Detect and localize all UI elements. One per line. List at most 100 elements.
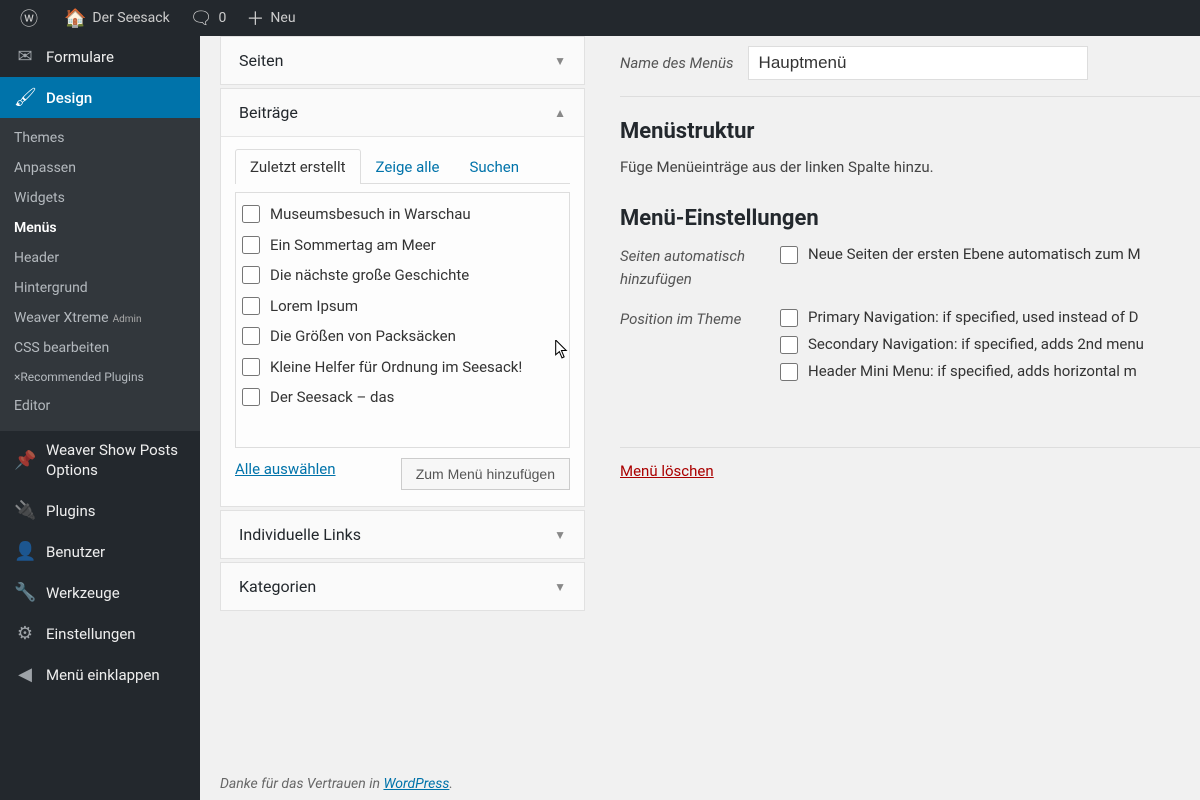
plug-icon: 🔌	[14, 500, 36, 521]
subitem-menus[interactable]: Menüs	[0, 213, 200, 243]
settings-label-auto-add: Seiten automatisch hinzufügen	[620, 245, 780, 290]
subitem-weaver-xtreme[interactable]: Weaver Xtreme Admin	[0, 303, 200, 333]
post-item[interactable]: Lorem Ipsum	[240, 291, 565, 322]
menu-name-input[interactable]	[748, 46, 1088, 80]
post-checkbox[interactable]	[242, 266, 260, 284]
subitem-themes[interactable]: Themes	[0, 123, 200, 153]
post-item[interactable]: Der Seesack – das	[240, 382, 565, 413]
subitem-recommended-plugins[interactable]: ×Recommended Plugins	[0, 363, 200, 391]
settings-icon: ⚙	[14, 623, 36, 644]
subitem-hintergrund[interactable]: Hintergrund	[0, 273, 200, 303]
add-to-menu-button[interactable]: Zum Menü hinzufügen	[401, 458, 570, 490]
subitem-header[interactable]: Header	[0, 243, 200, 273]
menu-structure-help: Füge Menüeinträge aus der linken Spalte …	[620, 158, 1200, 176]
opt-label: Neue Seiten der ersten Ebene automatisch…	[808, 245, 1141, 263]
chevron-up-icon: ▲	[554, 106, 566, 120]
post-item[interactable]: Kleine Helfer für Ordnung im Seesack!	[240, 352, 565, 383]
home-icon: 🏠	[64, 8, 86, 29]
comment-icon: 🗨	[190, 8, 213, 29]
post-title: Museumsbesuch in Warschau	[270, 203, 471, 226]
wordpress-icon: ⓦ	[20, 5, 38, 31]
sidebar-item-plugins[interactable]: 🔌Plugins	[0, 490, 200, 531]
accordion-head-kategorien[interactable]: Kategorien ▼	[221, 563, 584, 610]
accordion-head-individuelle-links[interactable]: Individuelle Links ▼	[221, 511, 584, 558]
position-checkbox[interactable]	[780, 309, 798, 327]
tab-zeige-alle[interactable]: Zeige alle	[361, 149, 455, 184]
post-title: Die nächste große Geschichte	[270, 264, 469, 287]
chevron-down-icon: ▼	[554, 528, 566, 542]
add-items-column: Seiten ▼ Beiträge ▲ Zuletzt erstellt Zei…	[220, 36, 585, 614]
sidebar-item-benutzer[interactable]: 👤 Benutzer	[0, 531, 200, 572]
position-checkbox[interactable]	[780, 336, 798, 354]
post-checkbox[interactable]	[242, 297, 260, 315]
opt-secondary-nav[interactable]: Secondary Navigation: if specified, adds…	[780, 335, 1200, 354]
footer-text: Danke für das Vertrauen in	[220, 776, 383, 792]
comments-link[interactable]: 🗨0	[180, 0, 237, 36]
post-title: Lorem Ipsum	[270, 295, 358, 318]
delete-menu-link[interactable]: Menü löschen	[620, 462, 714, 480]
sidebar-label: Benutzer	[46, 543, 105, 561]
post-item[interactable]: Museumsbesuch in Warschau	[240, 199, 565, 230]
wp-logo[interactable]: ⓦ	[10, 0, 54, 36]
opt-header-mini-menu[interactable]: Header Mini Menu: if specified, adds hor…	[780, 362, 1200, 381]
beitraege-tabs: Zuletzt erstellt Zeige alle Suchen	[235, 149, 570, 184]
opt-label: Secondary Navigation: if specified, adds…	[808, 335, 1144, 353]
subitem-css-bearbeiten[interactable]: CSS bearbeiten	[0, 333, 200, 363]
site-name-link[interactable]: 🏠 Der Seesack	[54, 0, 180, 36]
menu-delete-row: Menü löschen	[620, 447, 1200, 480]
tab-suchen[interactable]: Suchen	[455, 149, 535, 184]
post-checkbox[interactable]	[242, 205, 260, 223]
new-content-link[interactable]: ＋ Neu	[236, 0, 305, 36]
accordion-head-beitraege[interactable]: Beiträge ▲	[221, 89, 584, 136]
opt-label: Header Mini Menu: if specified, adds hor…	[808, 362, 1137, 380]
subitem-anpassen[interactable]: Anpassen	[0, 153, 200, 183]
weaver-admin-sup: Admin	[113, 314, 142, 325]
wordpress-link[interactable]: WordPress	[383, 776, 449, 792]
subitem-editor[interactable]: Editor	[0, 391, 200, 421]
chevron-down-icon: ▼	[554, 580, 566, 594]
opt-primary-nav[interactable]: Primary Navigation: if specified, used i…	[780, 308, 1200, 327]
select-all-link[interactable]: Alle auswählen	[235, 460, 336, 478]
subitem-widgets[interactable]: Widgets	[0, 183, 200, 213]
post-checkbox[interactable]	[242, 327, 260, 345]
user-icon: 👤	[14, 541, 36, 562]
post-item[interactable]: Die Größen von Packsäcken	[240, 321, 565, 352]
menu-edit-column: Name des Menüs Menüstruktur Füge Menüein…	[620, 46, 1200, 480]
settings-row-position: Position im Theme Primary Navigation: if…	[620, 308, 1200, 389]
opt-auto-add-pages[interactable]: Neue Seiten der ersten Ebene automatisch…	[780, 245, 1200, 264]
position-checkbox[interactable]	[780, 363, 798, 381]
post-item[interactable]: Ein Sommertag am Meer	[240, 230, 565, 261]
tab-zuletzt-erstellt[interactable]: Zuletzt erstellt	[235, 149, 361, 184]
menu-structure-heading: Menüstruktur	[620, 119, 1200, 144]
footer-suffix: .	[449, 776, 453, 792]
accordion-head-seiten[interactable]: Seiten ▼	[221, 37, 584, 84]
sidebar-collapse[interactable]: ◀Menü einklappen	[0, 654, 200, 695]
collapse-icon: ◀	[14, 664, 36, 685]
auto-add-checkbox[interactable]	[780, 246, 798, 264]
settings-label-position: Position im Theme	[620, 308, 780, 331]
sidebar-item-design[interactable]: 🖌 Design	[0, 77, 200, 118]
sidebar-item-werkzeuge[interactable]: 🔧Werkzeuge	[0, 572, 200, 613]
weaver-label: Weaver Xtreme	[14, 310, 109, 326]
sidebar-item-weaver-show-posts[interactable]: 📌Weaver Show Posts Options	[0, 431, 200, 490]
post-title: Die Größen von Packsäcken	[270, 325, 456, 348]
plus-icon: ＋	[246, 5, 264, 31]
wrench-icon: 🔧	[14, 582, 36, 603]
design-submenu: Themes Anpassen Widgets Menüs Header Hin…	[0, 118, 200, 431]
new-label: Neu	[270, 10, 295, 26]
recent-posts-list[interactable]: Museumsbesuch in Warschau Ein Sommertag …	[235, 192, 570, 448]
accordion-title: Seiten	[239, 51, 283, 70]
post-title: Kleine Helfer für Ordnung im Seesack!	[270, 356, 522, 379]
menu-name-label: Name des Menüs	[620, 54, 734, 72]
post-checkbox[interactable]	[242, 236, 260, 254]
brush-icon: 🖌	[14, 87, 36, 108]
post-item[interactable]: Die nächste große Geschichte	[240, 260, 565, 291]
sidebar-label: Design	[46, 89, 92, 107]
post-checkbox[interactable]	[242, 358, 260, 376]
chevron-down-icon: ▼	[554, 54, 566, 68]
sidebar-item-einstellungen[interactable]: ⚙Einstellungen	[0, 613, 200, 654]
site-title: Der Seesack	[92, 10, 169, 26]
post-checkbox[interactable]	[242, 388, 260, 406]
post-title: Ein Sommertag am Meer	[270, 234, 436, 257]
sidebar-item-formulare[interactable]: ✉Formulare	[0, 36, 200, 77]
